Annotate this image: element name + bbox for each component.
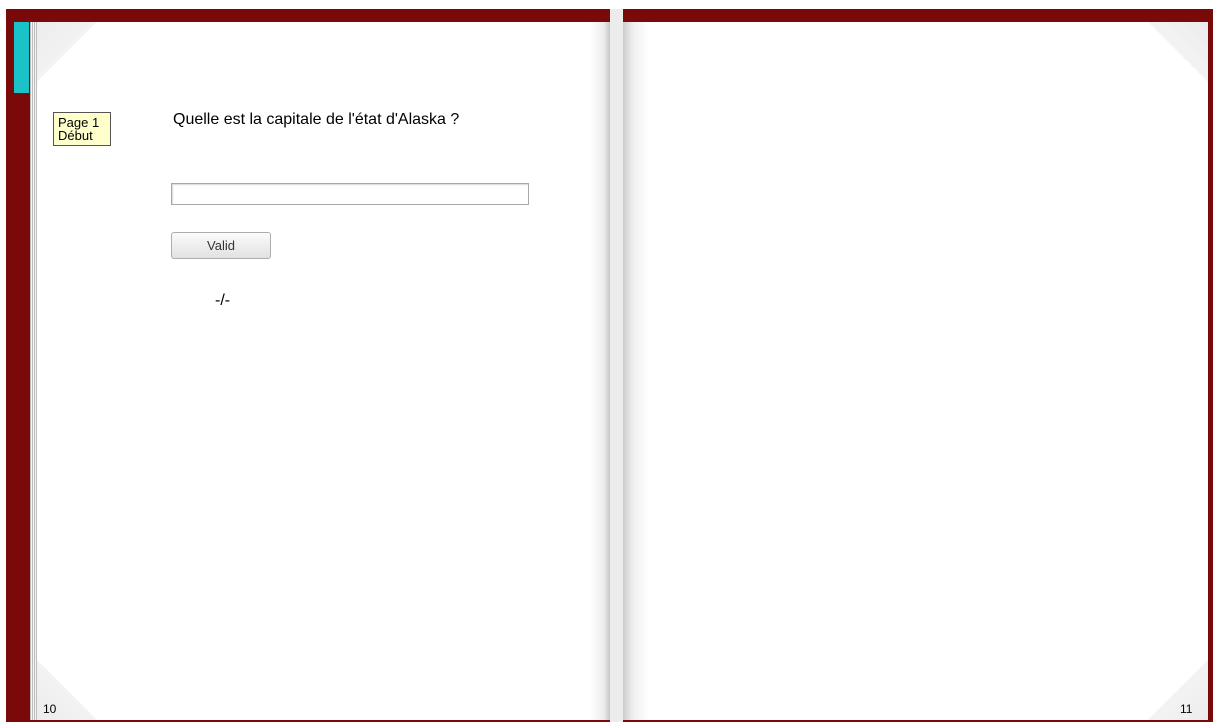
page-corner-top-right[interactable] [1148, 22, 1208, 82]
answer-input[interactable] [171, 183, 529, 205]
page-number-right: 11 [1180, 702, 1193, 716]
result-text: -/- [215, 292, 231, 309]
bookmark-ribbon[interactable] [14, 22, 29, 93]
page-corner-bottom-right[interactable] [1148, 660, 1208, 720]
book-spine [610, 9, 623, 722]
right-page [623, 22, 1208, 720]
valid-button[interactable]: Valid [171, 232, 271, 259]
page-corner-top-left[interactable] [37, 22, 97, 82]
spine-shadow-right [623, 22, 649, 720]
question-text: Quelle est la capitale de l'état d'Alask… [173, 111, 460, 128]
page-tag-title: Début [58, 128, 93, 143]
page-tag: Page 1 Début [53, 112, 111, 146]
page-number-left: 10 [43, 702, 57, 716]
spine-shadow-left [590, 22, 610, 720]
